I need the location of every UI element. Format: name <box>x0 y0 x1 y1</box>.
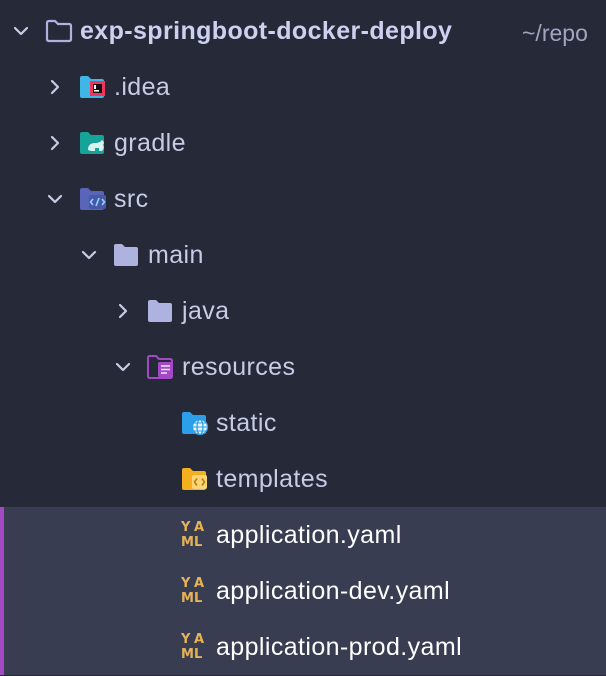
tree-row-application-prod-yaml[interactable]: Y A M L application-prod.yaml <box>0 619 606 675</box>
tree-item-label: .idea <box>114 73 171 101</box>
root-folder-name: exp-springboot-docker-deploy <box>80 17 453 45</box>
source-folder-icon <box>78 186 108 212</box>
yaml-file-icon: Y A M L <box>181 520 205 550</box>
idea-folder-icon <box>78 74 108 100</box>
tree-item-label: application-dev.yaml <box>216 577 451 605</box>
tree-row-templates[interactable]: templates <box>0 451 606 507</box>
tree-item-label: application.yaml <box>216 521 402 549</box>
tree-row-idea[interactable]: .idea <box>0 59 606 115</box>
folder-icon <box>112 242 142 268</box>
tree-item-label: application-prod.yaml <box>216 633 463 661</box>
tree-item-label: src <box>114 185 149 213</box>
root-folder-path: ~/repo <box>522 20 588 46</box>
templates-folder-icon <box>180 466 210 492</box>
chevron-down-icon[interactable] <box>11 21 31 41</box>
resources-folder-icon <box>146 354 176 380</box>
chevron-right-icon[interactable] <box>45 77 65 97</box>
tree-row-resources[interactable]: resources <box>0 339 606 395</box>
tree-row-root[interactable]: exp-springboot-docker-deploy ~/repo <box>0 3 606 59</box>
chevron-down-icon[interactable] <box>79 245 99 265</box>
gradle-folder-icon <box>78 130 108 156</box>
tree-item-label: gradle <box>114 129 186 157</box>
tree-row-application-yaml[interactable]: Y A M L application.yaml <box>0 507 606 563</box>
tree-item-label: templates <box>216 465 328 493</box>
chevron-right-icon[interactable] <box>113 301 133 321</box>
project-tree: exp-springboot-docker-deploy ~/repo .ide… <box>0 0 606 676</box>
tree-item-label: main <box>148 241 204 269</box>
tree-row-src[interactable]: src <box>0 171 606 227</box>
tree-item-label: java <box>182 297 230 325</box>
chevron-down-icon[interactable] <box>113 357 133 377</box>
yaml-file-icon: Y A M L <box>181 576 205 606</box>
chevron-down-icon[interactable] <box>45 189 65 209</box>
tree-row-static[interactable]: static <box>0 395 606 451</box>
folder-outline-icon <box>44 18 74 44</box>
tree-row-application-dev-yaml[interactable]: Y A M L application-dev.yaml <box>0 563 606 619</box>
chevron-right-icon[interactable] <box>45 133 65 153</box>
tree-item-label: static <box>216 409 277 437</box>
tree-item-label: resources <box>182 353 296 381</box>
folder-icon <box>146 298 176 324</box>
tree-row-main[interactable]: main <box>0 227 606 283</box>
tree-row-java[interactable]: java <box>0 283 606 339</box>
tree-row-gradle[interactable]: gradle <box>0 115 606 171</box>
web-folder-icon <box>180 410 210 436</box>
yaml-file-icon: Y A M L <box>181 632 205 662</box>
